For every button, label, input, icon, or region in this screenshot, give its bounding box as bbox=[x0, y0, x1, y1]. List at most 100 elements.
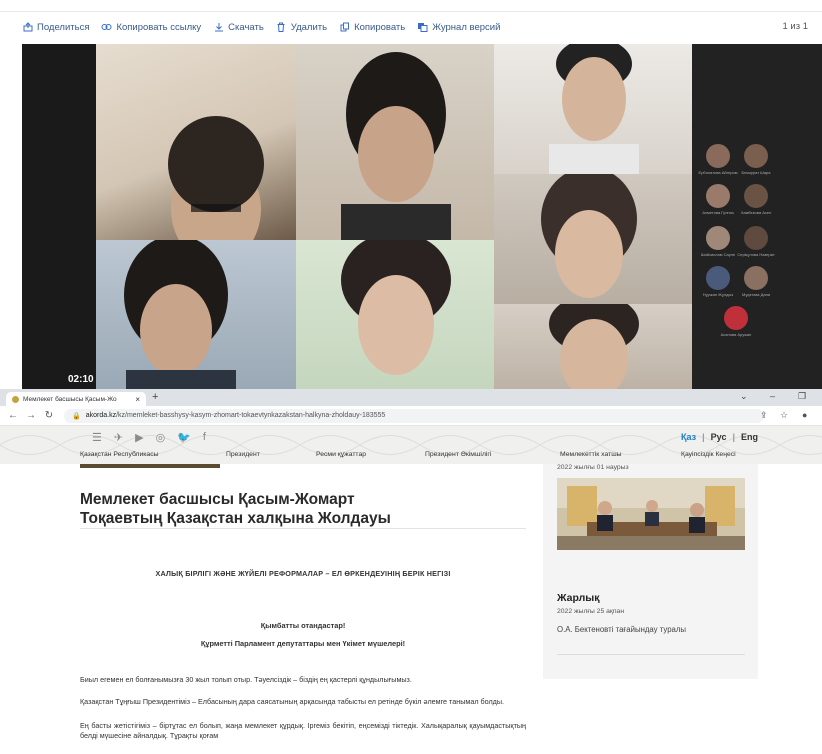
article-title: Мемлекет басшысы Қасым-Жомарт Тоқаевтың … bbox=[80, 490, 510, 528]
participants-panel: Ерболатова Айгерим Бекмурат Шара Ахметов… bbox=[692, 44, 822, 389]
profile-icon[interactable]: ● bbox=[802, 410, 807, 420]
site-header: ☰ ✈ ▶ ◎ 🐦 f Қаз | Рус | Eng Қазақстан Ре… bbox=[0, 426, 822, 464]
video-timestamp: 02:10 bbox=[68, 374, 94, 385]
participant-avatar bbox=[706, 266, 730, 290]
participant-avatar bbox=[744, 184, 768, 208]
article-area: Мемлекет басшысы Қасым-Жомарт Тоқаевтың … bbox=[0, 464, 822, 754]
nav-administration[interactable]: Президент Әкімшілігі bbox=[425, 451, 491, 458]
participant-avatar bbox=[744, 266, 768, 290]
video-tile-3 bbox=[494, 44, 692, 174]
participant-avatar bbox=[706, 226, 730, 250]
link-icon bbox=[101, 22, 112, 33]
copy-link-label: Копировать ссылку bbox=[116, 21, 202, 33]
language-switcher: Қаз | Рус | Eng bbox=[681, 432, 758, 442]
address-bar-row: ← → ↻ 🔒 akorda.kz /kz/memleket-basshysy-… bbox=[0, 406, 822, 426]
copy-icon bbox=[339, 22, 350, 33]
forward-arrow-icon[interactable]: → bbox=[26, 410, 36, 421]
facebook-icon[interactable]: f bbox=[203, 431, 206, 444]
version-history-button[interactable]: Журнал версий bbox=[417, 22, 500, 33]
file-toolbar: Поделиться Копировать ссылку Скачать Уда… bbox=[0, 14, 822, 40]
participant-avatar bbox=[724, 306, 748, 330]
decree-link[interactable]: О.А. Бектеновті тағайындау туралы bbox=[557, 625, 686, 634]
news-sidebar: 2022 жылғы 01 наурыз Жарлық 2022 жылғы 2… bbox=[543, 464, 758, 679]
site-favicon-icon bbox=[12, 395, 19, 403]
divider bbox=[557, 654, 745, 655]
copy-link-button[interactable]: Копировать ссылку bbox=[101, 22, 201, 33]
participant-name: Шайхислам Сауле bbox=[700, 252, 736, 257]
header-icons: ☰ ✈ ▶ ◎ 🐦 f bbox=[92, 431, 206, 444]
participant-avatar bbox=[706, 144, 730, 168]
bookmark-star-icon[interactable]: ☆ bbox=[780, 410, 788, 421]
video-tile-5 bbox=[96, 240, 296, 389]
download-button[interactable]: Скачать bbox=[213, 22, 264, 33]
restore-icon[interactable]: ❐ bbox=[798, 391, 806, 402]
new-tab-button[interactable]: + bbox=[152, 391, 158, 403]
reload-icon[interactable]: ↻ bbox=[44, 410, 54, 421]
participant-name: Серікұлова Назерке bbox=[737, 252, 775, 257]
participant-name: Ерболатова Айгерим bbox=[698, 170, 738, 175]
participant-name: Нұржан Жұлдыз bbox=[702, 292, 734, 297]
top-strip bbox=[0, 0, 822, 12]
participant-name: Асанова Аружан bbox=[720, 332, 752, 337]
greeting-parliament: Құрметті Парламент депутаттары мен Үкіме… bbox=[200, 639, 406, 648]
participant-avatar bbox=[744, 226, 768, 250]
nav-state-secretary[interactable]: Мемлекеттік хатшы bbox=[560, 451, 622, 458]
delete-button[interactable]: Удалить bbox=[276, 22, 327, 33]
url-field[interactable]: 🔒 akorda.kz /kz/memleket-basshysy-kasym-… bbox=[64, 408, 764, 423]
instagram-icon[interactable]: ◎ bbox=[156, 431, 166, 444]
news-photo[interactable] bbox=[557, 478, 745, 550]
minimize-icon[interactable]: – bbox=[770, 391, 775, 401]
participant-name: Бекмурат Шара bbox=[741, 170, 771, 175]
nav-republic[interactable]: Қазақстан Республикасы bbox=[80, 451, 159, 458]
back-arrow-icon[interactable]: ← bbox=[8, 410, 18, 421]
article-image-edge bbox=[80, 464, 220, 468]
video-tile-6 bbox=[296, 240, 494, 389]
nav-president[interactable]: Президент bbox=[226, 451, 260, 458]
browser-tab[interactable]: Мемлекет басшысы Қасым-Жо × bbox=[6, 392, 146, 406]
article-paragraph: Ең басты жетістігіміз – біртұтас ел болы… bbox=[80, 721, 526, 740]
youtube-icon[interactable]: ▶ bbox=[135, 431, 143, 444]
lang-en[interactable]: Eng bbox=[741, 432, 758, 442]
article-subtitle: ХАЛЫҚ БІРЛІГІ ЖӘНЕ ЖҮЙЕЛІ РЕФОРМАЛАР – Е… bbox=[155, 569, 451, 578]
participant-avatar bbox=[744, 144, 768, 168]
download-label: Скачать bbox=[228, 21, 264, 33]
browser-tab-bar: Мемлекет басшысы Қасым-Жо × + ⌄ – ❐ bbox=[0, 389, 822, 406]
participant-name: Ахметова Гулназ bbox=[702, 210, 734, 215]
screenshot-root: Поделиться Копировать ссылку Скачать Уда… bbox=[0, 0, 822, 754]
copy-button[interactable]: Копировать bbox=[339, 22, 405, 33]
history-label: Журнал версий bbox=[432, 21, 501, 33]
decree-date: 2022 жылғы 25 ақпан bbox=[557, 608, 625, 615]
video-call-image: 02:10 Ерболатова Айгерим Бекмурат Шара А… bbox=[22, 44, 822, 389]
tab-list-chevron-icon[interactable]: ⌄ bbox=[740, 391, 748, 402]
video-tile-4 bbox=[494, 174, 692, 304]
article-paragraph: Қазақстан Тұңғыш Президентіміз – Елбасын… bbox=[80, 697, 505, 706]
share-icon bbox=[22, 22, 33, 33]
nav-security-council[interactable]: Қауіпсіздік Кеңесі bbox=[681, 451, 736, 458]
video-tile-2 bbox=[296, 44, 494, 240]
twitter-icon[interactable]: 🐦 bbox=[177, 431, 191, 444]
share-page-icon[interactable]: ⇪ bbox=[760, 410, 768, 421]
history-icon bbox=[417, 22, 428, 33]
video-tile-1 bbox=[96, 44, 296, 240]
divider bbox=[80, 528, 526, 529]
participant-name: Мұқатова Дана bbox=[741, 292, 770, 297]
participant-name: Хамбекова Асел bbox=[740, 210, 772, 215]
news-date: 2022 жылғы 01 наурыз bbox=[557, 464, 629, 471]
copy-label: Копировать bbox=[354, 21, 406, 33]
url-host: akorda.kz bbox=[85, 412, 117, 419]
lang-kz[interactable]: Қаз bbox=[681, 432, 696, 442]
delete-label: Удалить bbox=[290, 21, 328, 33]
share-button[interactable]: Поделиться bbox=[22, 22, 89, 33]
article-title-line-2: Тоқаевтың Қазақстан халқына Жолдауы bbox=[80, 510, 391, 527]
lang-ru[interactable]: Рус bbox=[711, 432, 727, 442]
close-tab-icon[interactable]: × bbox=[135, 395, 140, 404]
article-title-line-1: Мемлекет басшысы Қасым-Жомарт bbox=[80, 491, 355, 508]
nav-official-docs[interactable]: Ресми құжаттар bbox=[316, 451, 366, 458]
telegram-icon[interactable]: ✈ bbox=[114, 431, 123, 444]
menu-icon[interactable]: ☰ bbox=[92, 431, 102, 444]
share-label: Поделиться bbox=[37, 21, 90, 33]
article-paragraph: Биыл егемен ел болғанымызға 30 жыл толып… bbox=[80, 675, 412, 684]
sidebar-heading: Жарлық bbox=[557, 592, 600, 604]
page-count: 1 из 1 bbox=[782, 21, 808, 32]
url-path: /kz/memleket-basshysy-kasym-zhomart-toka… bbox=[116, 412, 386, 419]
